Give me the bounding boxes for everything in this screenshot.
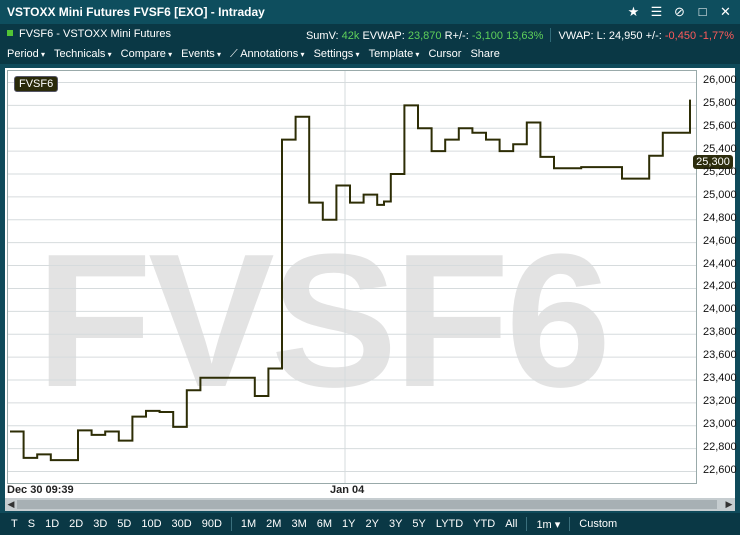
change-label: +/-:	[645, 30, 662, 42]
vwap-label: VWAP:	[558, 30, 594, 42]
menu-period[interactable]: Period	[7, 48, 45, 60]
period-3y[interactable]: 3Y	[384, 518, 407, 530]
period-10d[interactable]: 10D	[136, 518, 166, 530]
period-1d[interactable]: 1D	[40, 518, 64, 530]
period-1y[interactable]: 1Y	[337, 518, 360, 530]
period-1m[interactable]: 1M	[236, 518, 261, 530]
info-bar: FVSF6 - VSTOXX Mini Futures SumV: 42k EV…	[0, 24, 740, 44]
menu-annotations: Annotations	[240, 48, 304, 60]
y-tick-label: 22,800	[703, 440, 737, 453]
menu-compare[interactable]: Compare	[121, 48, 173, 60]
period-all[interactable]: All	[500, 518, 522, 530]
period-6m[interactable]: 6M	[312, 518, 337, 530]
maximize-icon[interactable]: □	[694, 3, 711, 20]
y-tick-label: 23,200	[703, 394, 737, 407]
pencil-icon: ⟋	[230, 47, 238, 60]
period-90d[interactable]: 90D	[197, 518, 227, 530]
menu-settings[interactable]: Settings	[314, 48, 360, 60]
period-ytd[interactable]: YTD	[468, 518, 500, 530]
y-tick-label: 24,800	[703, 211, 737, 224]
y-tick-label: 22,600	[703, 463, 737, 476]
y-tick-label: 25,000	[703, 188, 737, 201]
period-3d[interactable]: 3D	[88, 518, 112, 530]
star-icon[interactable]: ★	[625, 3, 642, 20]
divider	[569, 517, 571, 531]
price-chart	[8, 71, 696, 483]
menu-technicals[interactable]: Technicals	[54, 48, 112, 60]
menu-share[interactable]: Share	[470, 48, 499, 60]
stats: SumV: 42k EVWAP: 23,870 R+/-: -3,100 13,…	[306, 28, 734, 42]
period-3m[interactable]: 3M	[286, 518, 311, 530]
rpm-pct: 13,63%	[506, 30, 544, 42]
last-value: 24,950	[608, 30, 643, 42]
annotations-menu[interactable]: ⟋ Annotations	[230, 48, 305, 61]
period-5d[interactable]: 5D	[112, 518, 136, 530]
evwap-label: EVWAP:	[362, 30, 405, 42]
y-tick-label: 23,800	[703, 326, 737, 339]
scroll-right-icon[interactable]: ▶	[723, 498, 735, 511]
evwap-value: 23,870	[407, 30, 442, 42]
period-2d[interactable]: 2D	[64, 518, 88, 530]
chart-frame: FVSF6 FVSF6 25,300 26,000 25,800 25,600 25,…	[5, 68, 737, 498]
y-tick-label: 25,800	[703, 97, 737, 110]
period-5y[interactable]: 5Y	[407, 518, 430, 530]
y-tick-label: 25,200	[703, 166, 737, 178]
y-tick-label: 23,400	[703, 372, 737, 384]
divider	[550, 28, 552, 42]
period-lytd[interactable]: LYTD	[431, 518, 468, 530]
title-bar: VSTOXX Mini Futures FVSF6 [EXO] - Intrad…	[0, 0, 740, 24]
y-axis: 25,300 26,000 25,800 25,600 25,400 25,200 25,…	[693, 68, 737, 483]
y-tick-label: 24,000	[703, 303, 737, 316]
plot-area[interactable]: FVSF6 FVSF6	[7, 70, 697, 484]
price-series-line	[10, 99, 691, 462]
y-tick-label: 25,600	[703, 120, 737, 133]
period-30d[interactable]: 30D	[167, 518, 197, 530]
period-s[interactable]: S	[23, 518, 40, 530]
chart-scrollbar[interactable]: ◀ ▶	[5, 498, 735, 511]
x-label-mid: Jan 04	[330, 484, 365, 496]
y-tick-label: 24,600	[703, 234, 737, 247]
window-title: VSTOXX Mini Futures FVSF6 [EXO] - Intrad…	[7, 5, 265, 19]
rpm-label: R+/-:	[444, 30, 469, 42]
menu-events[interactable]: Events	[181, 48, 221, 60]
divider	[526, 517, 528, 531]
change-pct: -1,77%	[699, 30, 734, 42]
close-icon[interactable]: ✕	[717, 3, 734, 20]
sumv-label: SumV:	[305, 30, 339, 42]
period-2m[interactable]: 2M	[261, 518, 286, 530]
scroll-thumb[interactable]	[17, 500, 717, 509]
y-tick-label: 23,000	[703, 417, 737, 430]
list-icon[interactable]: ☰	[648, 3, 665, 20]
rpm-value: -3,100	[471, 30, 504, 42]
period-t[interactable]: T	[6, 518, 23, 530]
change-value: -0,450	[664, 30, 697, 42]
menu-cursor[interactable]: Cursor	[428, 48, 461, 60]
y-tick-label: 26,000	[703, 74, 737, 87]
y-tick-label: 25,400	[703, 143, 737, 156]
unlink-icon[interactable]: ⊘	[671, 3, 688, 20]
x-label-start: Dec 30 09:39	[7, 484, 74, 496]
symbol-badge: FVSF6	[14, 76, 59, 92]
y-tick-label: 24,400	[703, 257, 737, 270]
instrument-name: FVSF6 - VSTOXX Mini Futures	[19, 28, 172, 40]
x-axis: Dec 30 09:39 Jan 04	[5, 483, 735, 498]
period-custom[interactable]: Custom	[574, 518, 622, 530]
toolbar: Period Technicals Compare Events ⟋ Annot…	[0, 44, 740, 64]
status-square-icon	[7, 30, 13, 36]
sumv-value: 42k	[341, 30, 360, 42]
y-tick-label: 23,600	[703, 349, 737, 362]
scroll-left-icon[interactable]: ◀	[5, 498, 17, 511]
interval-select[interactable]: 1m ▾	[531, 518, 565, 531]
menu-template[interactable]: Template	[369, 48, 420, 60]
y-tick-label: 24,200	[703, 280, 737, 293]
divider	[230, 517, 232, 531]
period-2y[interactable]: 2Y	[360, 518, 383, 530]
period-bar: T S 1D 2D 3D 5D 10D 30D 90D 1M 2M 3M 6M …	[0, 513, 740, 535]
last-label: L:	[596, 30, 606, 42]
